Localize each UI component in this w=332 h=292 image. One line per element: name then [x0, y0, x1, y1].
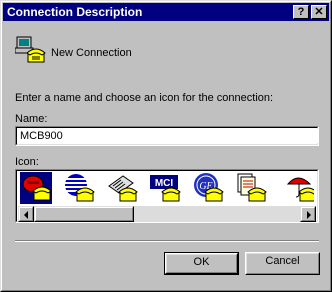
umbrella-phone-icon: [286, 177, 314, 202]
document-phone-icon: [237, 173, 267, 202]
ge-logo-icon: GE: [194, 173, 224, 202]
fax-machine-icon: [108, 175, 138, 202]
connection-name-label: New Connection: [51, 47, 132, 59]
cancel-button-label: Cancel: [265, 255, 300, 267]
red-phone-icon: [22, 175, 52, 201]
mci-logo-icon: MCI: [150, 175, 181, 202]
ok-button-label: OK: [193, 256, 210, 268]
icon-option-umbrella[interactable]: [286, 172, 314, 204]
icon-option-red-phone[interactable]: [20, 172, 52, 204]
icon-label: Icon:: [15, 156, 39, 168]
icon-list-scrollbar[interactable]: [18, 206, 316, 222]
scroll-thumb[interactable]: [34, 206, 134, 222]
close-button[interactable]: ✕: [311, 5, 327, 19]
cancel-button[interactable]: Cancel: [245, 252, 320, 275]
icon-option-ge[interactable]: GE: [192, 172, 224, 204]
connection-description-dialog: Connection Description ? ✕ New Connectio…: [0, 0, 332, 292]
icon-option-globe[interactable]: [63, 172, 95, 204]
phone-computer-icon: [14, 35, 47, 67]
icon-option-mci[interactable]: MCI: [149, 172, 181, 204]
scroll-left-button[interactable]: [18, 206, 34, 222]
title-bar[interactable]: Connection Description ? ✕: [3, 3, 329, 21]
name-label: Name:: [15, 113, 48, 125]
right-arrow-icon: [307, 211, 311, 219]
scroll-right-button[interactable]: [300, 206, 316, 222]
divider: [15, 240, 319, 242]
window-title: Connection Description: [7, 5, 143, 19]
name-input[interactable]: [18, 129, 318, 143]
ok-button[interactable]: OK: [164, 252, 239, 275]
svg-text:MCI: MCI: [155, 178, 174, 189]
left-arrow-icon: [24, 211, 28, 219]
icon-list: MCI GE: [15, 169, 319, 223]
blue-globe-icon: [65, 174, 95, 202]
help-button[interactable]: ?: [293, 5, 309, 19]
instructions-text: Enter a name and choose an icon for the …: [15, 92, 274, 104]
name-field[interactable]: [15, 126, 319, 146]
icon-option-fax[interactable]: [106, 172, 138, 204]
icon-option-documents[interactable]: [235, 172, 267, 204]
